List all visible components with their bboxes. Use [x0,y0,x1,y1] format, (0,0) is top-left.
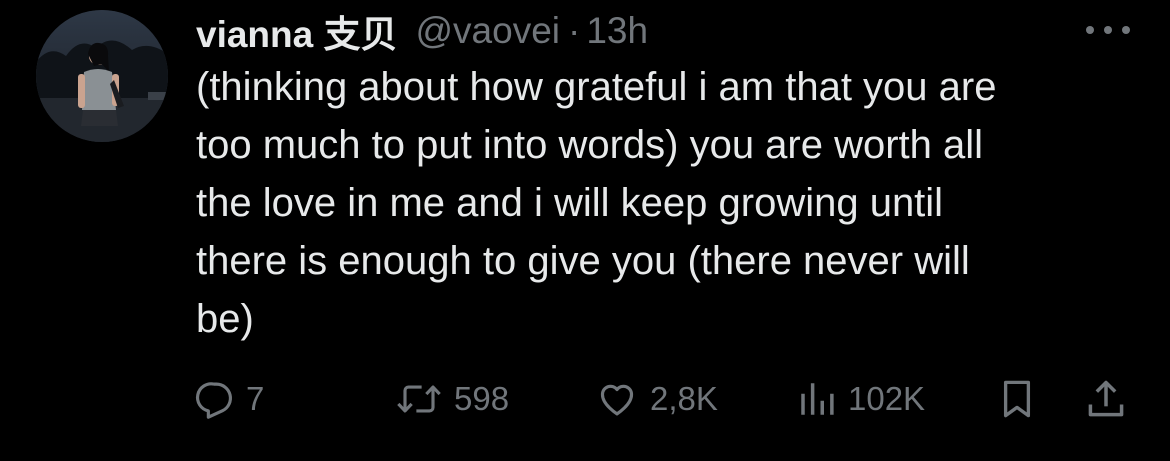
more-horizontal-icon-dot [1122,26,1130,34]
view-count: 102K [848,380,926,417]
more-horizontal-icon [1086,26,1094,34]
share-button[interactable] [1084,370,1128,428]
bookmark-icon [1003,380,1031,418]
user-handle[interactable]: @vaovei [416,10,561,52]
tweet: vianna 支贝 @vaovei · 13h (thinking about … [0,0,1170,461]
bookmark-button[interactable] [996,370,1038,428]
share-upload-icon [1088,380,1124,417]
repost-count: 598 [454,380,510,417]
tweet-text: (thinking about how grateful i am that y… [196,65,997,341]
like-count: 2,8K [650,380,718,417]
speech-bubble-icon [195,382,232,419]
more-options-button[interactable] [1086,20,1130,40]
repost-button[interactable]: 598 [394,370,509,428]
views-button[interactable]: 102K [796,370,925,428]
like-button[interactable]: 2,8K [594,370,718,428]
bar-chart-icon [801,383,834,415]
avatar[interactable] [36,10,168,142]
action-bar: 7 598 2,8K 102K [0,370,1170,428]
separator-dot: · [568,10,581,51]
reply-button[interactable]: 7 [194,370,264,428]
heart-icon [600,384,634,416]
reply-count: 7 [246,380,265,417]
timestamp[interactable]: 13h [586,10,648,52]
tweet-header: vianna 支贝 @vaovei · 13h [196,6,648,56]
more-horizontal-icon-dot [1104,26,1112,34]
display-name[interactable]: vianna 支贝 [196,4,398,58]
retweet-arrows-icon [397,385,441,413]
